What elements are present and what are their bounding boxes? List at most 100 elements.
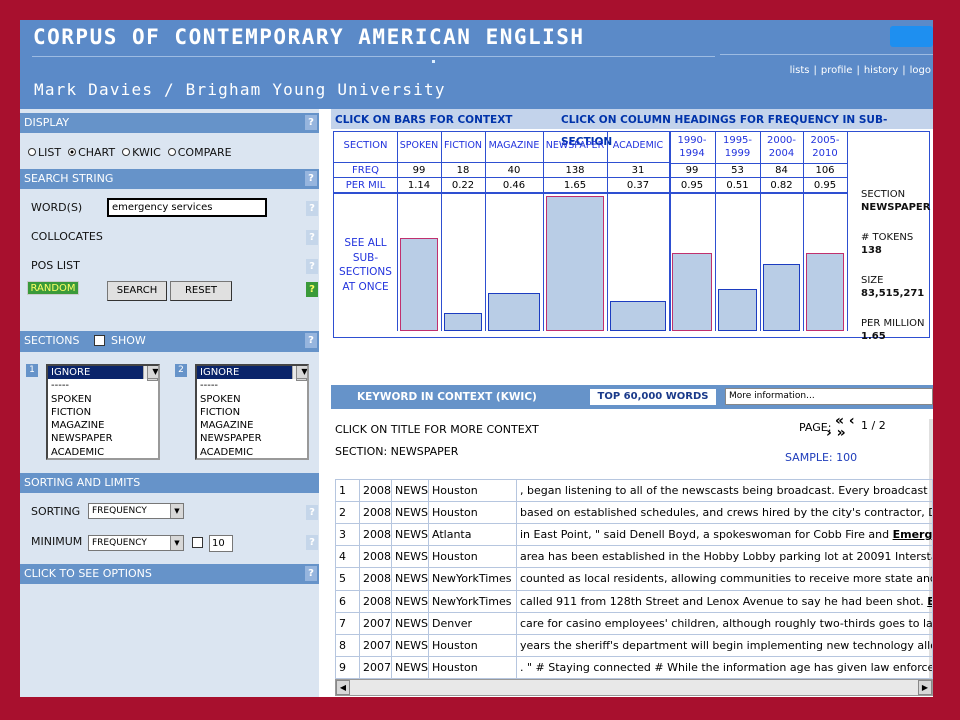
table-row[interactable]: 9 2007 NEWS Houston. " # Staying connected … xyxy=(335,655,933,680)
help-icon[interactable]: ? xyxy=(306,230,318,245)
list-item[interactable]: FICTION xyxy=(48,406,158,419)
chart-bar-newspaper[interactable] xyxy=(546,196,604,331)
list-item[interactable]: SPOKEN xyxy=(48,393,158,406)
row-source[interactable]: Houston xyxy=(428,501,517,525)
radio-chart[interactable]: CHART xyxy=(68,146,115,159)
help-icon[interactable]: ? xyxy=(306,259,318,274)
row-source[interactable]: Atlanta xyxy=(428,523,517,547)
column-heading-newspaper[interactable]: NEWSPAPER xyxy=(543,140,607,151)
list-item[interactable]: IGNORE xyxy=(48,366,158,380)
random-button[interactable]: RANDOM xyxy=(27,281,79,295)
column-heading-fiction[interactable]: FICTION xyxy=(441,140,485,151)
show-checkbox[interactable] xyxy=(94,335,105,346)
search-button[interactable]: SEARCH xyxy=(107,281,167,301)
row-source[interactable]: NewYorkTimes xyxy=(428,589,517,613)
list-item[interactable]: IGNORE xyxy=(197,366,307,380)
chart-bar-magazine[interactable] xyxy=(488,293,540,331)
list-item[interactable]: ACADEMIC xyxy=(197,446,307,458)
sorting-select[interactable]: FREQUENCY ▼ xyxy=(88,503,184,519)
scroll-left-icon[interactable]: ◀ xyxy=(336,680,350,695)
column-heading-spoken[interactable]: SPOKEN xyxy=(397,140,441,151)
row-source[interactable]: Houston xyxy=(428,478,517,503)
words-input[interactable]: emergency services xyxy=(107,198,267,217)
help-icon[interactable]: ? xyxy=(306,535,318,550)
list-item[interactable]: ----- xyxy=(197,379,307,392)
row-source[interactable]: Houston xyxy=(428,655,517,680)
link-lists[interactable]: lists xyxy=(790,65,810,76)
top-action-button[interactable] xyxy=(890,26,933,47)
radio-compare[interactable]: COMPARE xyxy=(167,146,232,159)
section-list-2[interactable]: IGNORE ----- SPOKEN FICTION MAGAZINE NEW… xyxy=(195,364,309,460)
next-page-icon[interactable]: › xyxy=(826,425,832,441)
keyword-link[interactable]: Emergen xyxy=(893,528,932,541)
more-info-select[interactable]: More information... xyxy=(725,388,933,405)
link-logo[interactable]: logo xyxy=(910,65,931,76)
help-icon[interactable]: ? xyxy=(305,115,317,130)
list-scrollbar[interactable]: ▲ ▼ xyxy=(292,366,307,381)
minimum-number-input[interactable]: 10 xyxy=(209,535,233,552)
sorting-select-value: FREQUENCY xyxy=(92,506,147,516)
last-page-icon[interactable]: » xyxy=(837,425,846,441)
column-heading-1990-1994[interactable]: 1990- 1994 xyxy=(669,134,715,160)
keyword-link[interactable]: Em xyxy=(927,595,931,608)
section-list-1[interactable]: IGNORE ----- SPOKEN FICTION MAGAZINE NEW… xyxy=(46,364,160,460)
chevron-down-icon[interactable]: ▼ xyxy=(170,504,183,518)
radio-kwic[interactable]: KWIC xyxy=(122,146,161,159)
minimum-select[interactable]: FREQUENCY ▼ xyxy=(88,535,184,551)
chart-bar-2005-2010[interactable] xyxy=(806,253,844,331)
list-item[interactable]: NEWSPAPER xyxy=(48,432,158,445)
list-item[interactable]: MAGAZINE xyxy=(197,419,307,432)
kwic-horizontal-scrollbar[interactable]: ◀ ▶ xyxy=(335,679,933,696)
list-item[interactable]: ----- xyxy=(48,379,158,392)
minimum-checkbox[interactable] xyxy=(192,537,203,548)
help-icon[interactable]: ? xyxy=(305,333,317,348)
reset-button[interactable]: RESET xyxy=(170,281,232,301)
help-icon[interactable]: ? xyxy=(305,566,317,581)
sample-link[interactable]: SAMPLE: 100 xyxy=(785,451,857,464)
column-heading-1995-1999[interactable]: 1995- 1999 xyxy=(715,134,760,160)
row-source[interactable]: Houston xyxy=(428,633,517,657)
row-source[interactable]: Denver xyxy=(428,611,517,635)
chart-bar-2000-2004[interactable] xyxy=(763,264,800,331)
table-row[interactable]: 8 2007 NEWS Houston years the sheriff's depa… xyxy=(335,633,933,657)
column-heading-2000-2004[interactable]: 2000- 2004 xyxy=(760,134,803,160)
chart-bar-academic[interactable] xyxy=(610,301,666,331)
row-source[interactable]: Houston xyxy=(428,545,517,569)
list-scrollbar[interactable]: ▲ ▼ xyxy=(143,366,158,381)
list-item[interactable]: NEWSPAPER xyxy=(197,432,307,445)
options-section-header[interactable]: CLICK TO SEE OPTIONS ? xyxy=(20,564,319,584)
prev-page-icon[interactable]: ‹ xyxy=(849,413,855,429)
link-history[interactable]: history xyxy=(864,65,898,76)
row-source[interactable]: NewYorkTimes xyxy=(428,567,517,591)
scroll-down-icon[interactable]: ▼ xyxy=(296,366,307,380)
table-row[interactable]: 3 2008 NEWS Atlanta in East Point, " said De… xyxy=(335,523,933,547)
chart-bar-spoken[interactable] xyxy=(400,238,438,331)
help-icon[interactable]: ? xyxy=(305,171,317,186)
list-item[interactable]: SPOKEN xyxy=(197,393,307,406)
table-row[interactable]: 4 2008 NEWS Houston area has been establishe… xyxy=(335,545,933,569)
list-item[interactable]: ACADEMIC xyxy=(48,446,158,458)
column-heading-magazine[interactable]: MAGAZINE xyxy=(485,140,543,151)
chart-bar-fiction[interactable] xyxy=(444,313,482,331)
help-icon[interactable]: ? xyxy=(306,505,318,520)
column-heading-2005-2010[interactable]: 2005- 2010 xyxy=(803,134,847,160)
help-icon[interactable]: ? xyxy=(306,201,318,216)
scroll-right-icon[interactable]: ▶ xyxy=(918,680,932,695)
table-row[interactable]: 7 2007 NEWS Denver care for casino employees… xyxy=(335,611,933,635)
list-item[interactable]: FICTION xyxy=(197,406,307,419)
chart-bar-1995-1999[interactable] xyxy=(718,289,757,331)
scroll-down-icon[interactable]: ▼ xyxy=(147,366,158,380)
top-words-button[interactable]: TOP 60,000 WORDS xyxy=(590,389,716,405)
table-row[interactable]: 5 2008 NEWS NewYorkTimes counted as local re… xyxy=(335,567,933,591)
table-row[interactable]: 6 2008 NEWS NewYorkTimes called 911 from 128… xyxy=(335,589,933,613)
column-heading-academic[interactable]: ACADEMIC xyxy=(607,140,669,151)
chevron-down-icon[interactable]: ▼ xyxy=(170,536,183,550)
help-icon[interactable]: ? xyxy=(306,282,318,297)
list-item[interactable]: MAGAZINE xyxy=(48,419,158,432)
link-profile[interactable]: profile xyxy=(821,65,853,76)
radio-list[interactable]: LIST xyxy=(28,146,61,159)
table-row[interactable]: 1 2008 NEWS Houston, began listening to all… xyxy=(335,478,933,503)
see-all-subsections-link[interactable]: SEE ALL SUB- SECTIONS AT ONCE xyxy=(334,236,397,294)
table-row[interactable]: 2 2008 NEWS Houston based on established sch… xyxy=(335,501,933,525)
chart-bar-1990-1994[interactable] xyxy=(672,253,712,331)
